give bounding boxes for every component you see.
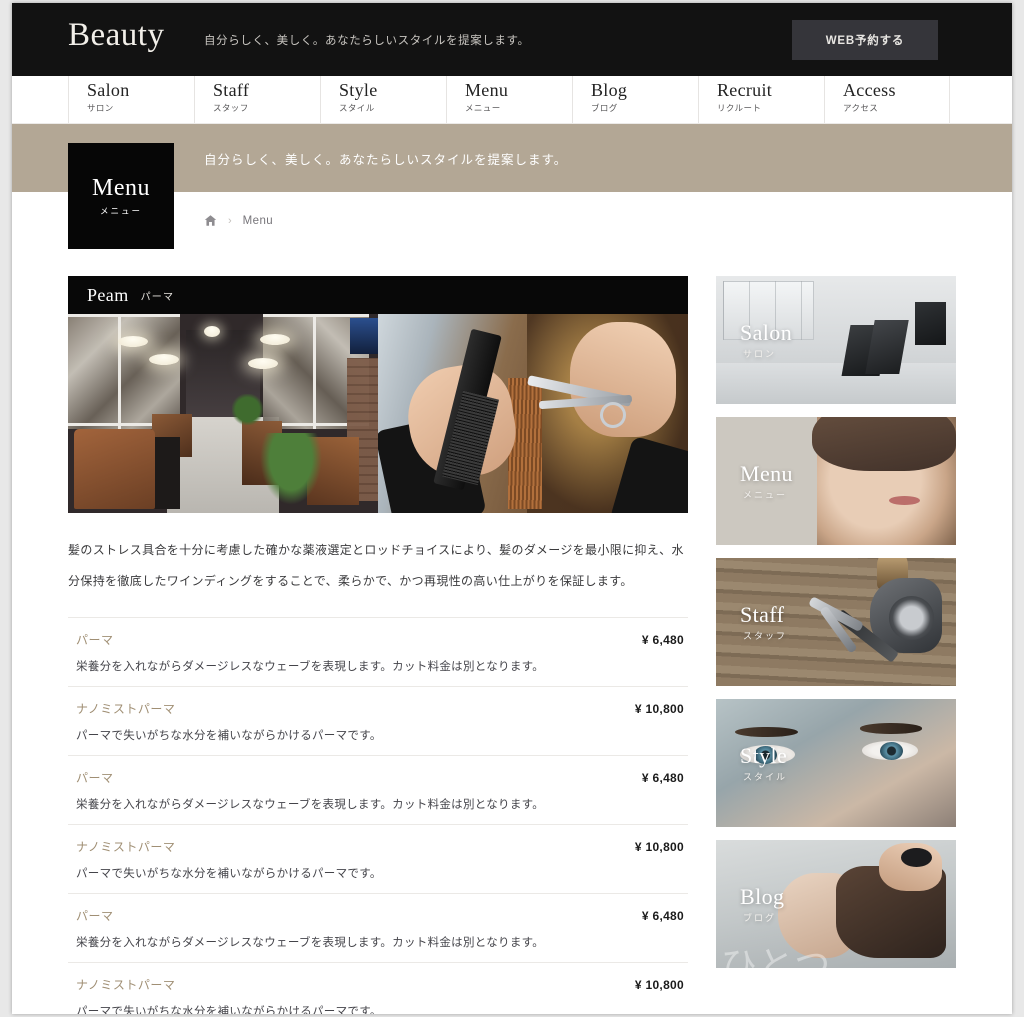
menu-item-row: パーマ ¥ 6,480 栄養分を入れながらダメージレスなウェーブを表現します。カ… bbox=[68, 893, 688, 962]
menu-item-price: ¥ 10,800 bbox=[634, 702, 684, 716]
nav-label-jp: メニュー bbox=[465, 103, 501, 113]
menu-item-description: 栄養分を入れながらダメージレスなウェーブを表現します。カット料金は別となります。 bbox=[76, 661, 545, 673]
menu-item-row: パーマ ¥ 6,480 栄養分を入れながらダメージレスなウェーブを表現します。カ… bbox=[68, 617, 688, 686]
menu-item-name: パーマ bbox=[76, 909, 114, 923]
menu-item-price: ¥ 10,800 bbox=[634, 978, 684, 992]
menu-item-price: ¥ 6,480 bbox=[641, 909, 684, 923]
sidebar-card-en: Style bbox=[740, 743, 788, 768]
sidebar-card-en: Staff bbox=[740, 602, 785, 627]
menu-item-description: 栄養分を入れながらダメージレスなウェーブを表現します。カット料金は別となります。 bbox=[76, 799, 545, 811]
menu-item-name: ナノミストパーマ bbox=[76, 702, 176, 716]
page-title-en: Menu bbox=[92, 175, 150, 201]
nav-label-en: Staff bbox=[213, 80, 250, 100]
nav-label-jp: ブログ bbox=[591, 103, 618, 113]
menu-item-description: 栄養分を入れながらダメージレスなウェーブを表現します。カット料金は別となります。 bbox=[76, 937, 545, 949]
sidebar-card-salon[interactable]: Salon サロン bbox=[716, 276, 956, 404]
nav-label-en: Blog bbox=[591, 80, 628, 100]
content-area: Peam パーマ 髪のストレス具合を十分に考慮した確かな薬液選定とロッドチョイス… bbox=[12, 256, 1012, 1014]
sidebar-card-label: Menu メニュー bbox=[740, 461, 793, 501]
menu-item-row: ナノミストパーマ ¥ 10,800 パーマで失いがちな水分を補いながらかけるパー… bbox=[68, 824, 688, 893]
breadcrumb-separator: › bbox=[228, 214, 232, 227]
nav-label-en: Menu bbox=[465, 80, 509, 100]
menu-item-description: パーマで失いがちな水分を補いながらかけるパーマです。 bbox=[76, 868, 382, 880]
section-header: Peam パーマ bbox=[68, 276, 688, 314]
menu-item-description: パーマで失いがちな水分を補いながらかけるパーマです。 bbox=[76, 730, 382, 742]
page-title-jp: メニュー bbox=[99, 206, 142, 216]
section-hero-image bbox=[68, 314, 688, 513]
sidebar-card-jp: ブログ bbox=[743, 913, 777, 923]
sidebar-card-label: Style スタイル bbox=[740, 743, 787, 783]
nav-label-en: Style bbox=[339, 80, 378, 100]
sidebar-card-staff[interactable]: Staff スタッフ bbox=[716, 558, 956, 686]
sidebar-card-label: Blog ブログ bbox=[740, 884, 784, 924]
nav-item-salon[interactable]: Salon サロン bbox=[68, 76, 194, 123]
nav-item-menu[interactable]: Menu メニュー bbox=[446, 76, 572, 123]
haircut-photo bbox=[378, 314, 688, 513]
page-title: Menu メニュー bbox=[68, 143, 174, 249]
sidebar: Salon サロン Menu メニュー Staff スタッフ Style スタイ… bbox=[716, 276, 956, 1014]
menu-item-name: ナノミストパーマ bbox=[76, 840, 176, 854]
nav-label-jp: リクルート bbox=[717, 103, 762, 113]
nav-item-staff[interactable]: Staff スタッフ bbox=[194, 76, 320, 123]
menu-item-name: パーマ bbox=[76, 771, 114, 785]
section-title-jp: パーマ bbox=[140, 291, 175, 303]
menu-item-price: ¥ 6,480 bbox=[641, 633, 684, 647]
sidebar-card-en: Menu bbox=[740, 461, 793, 486]
section-description: 髪のストレス具合を十分に考慮した確かな薬液選定とロッドチョイスにより、髪のダメー… bbox=[68, 543, 684, 588]
nav-label-jp: スタッフ bbox=[213, 103, 249, 113]
breadcrumb: › Menu bbox=[204, 214, 273, 227]
sidebar-card-menu[interactable]: Menu メニュー bbox=[716, 417, 956, 545]
sidebar-card-jp: サロン bbox=[743, 349, 777, 359]
page-title-zone: Menu メニュー › Menu bbox=[12, 143, 1012, 256]
menu-item-row: パーマ ¥ 6,480 栄養分を入れながらダメージレスなウェーブを表現します。カ… bbox=[68, 755, 688, 824]
home-icon[interactable] bbox=[204, 214, 217, 227]
header-tagline: 自分らしく、美しく。あなたらしいスタイルを提案します。 bbox=[204, 35, 530, 47]
menu-item-description: パーマで失いがちな水分を補いながらかけるパーマです。 bbox=[76, 1006, 382, 1014]
sidebar-card-style[interactable]: Style スタイル bbox=[716, 699, 956, 827]
main-navigation: Salon サロン Staff スタッフ Style スタイル Menu メニュ… bbox=[12, 76, 1012, 124]
nav-item-blog[interactable]: Blog ブログ bbox=[572, 76, 698, 123]
sidebar-card-en: Salon bbox=[740, 320, 793, 345]
menu-item-name: パーマ bbox=[76, 633, 114, 647]
page-container: Beauty 自分らしく、美しく。あなたらしいスタイルを提案します。 WEB予約… bbox=[12, 3, 1012, 1014]
nav-label-jp: アクセス bbox=[843, 103, 879, 113]
menu-item-price: ¥ 6,480 bbox=[641, 771, 684, 785]
nav-label-jp: サロン bbox=[87, 103, 114, 113]
section-title-en: Peam bbox=[87, 284, 129, 305]
sidebar-card-label: Salon サロン bbox=[740, 320, 792, 360]
web-reservation-button[interactable]: WEB予約する bbox=[792, 20, 938, 60]
breadcrumb-current: Menu bbox=[242, 214, 274, 227]
nav-item-access[interactable]: Access アクセス bbox=[824, 76, 950, 123]
sidebar-card-jp: スタッフ bbox=[743, 631, 788, 641]
sidebar-card-blog[interactable]: ひとつ Blog ブログ bbox=[716, 840, 956, 968]
nav-label-jp: スタイル bbox=[339, 103, 375, 113]
blog-watermark-text: ひとつ bbox=[720, 944, 833, 968]
banner-tagline: 自分らしく、美しく。あなたらしいスタイルを提案します。 bbox=[204, 153, 568, 167]
nav-label-en: Salon bbox=[87, 80, 130, 100]
nav-item-recruit[interactable]: Recruit リクルート bbox=[698, 76, 824, 123]
menu-item-list: パーマ ¥ 6,480 栄養分を入れながらダメージレスなウェーブを表現します。カ… bbox=[68, 617, 688, 1014]
sidebar-card-label: Staff スタッフ bbox=[740, 602, 787, 642]
menu-item-price: ¥ 10,800 bbox=[634, 840, 684, 854]
menu-item-row: ナノミストパーマ ¥ 10,800 パーマで失いがちな水分を補いながらかけるパー… bbox=[68, 962, 688, 1014]
site-logo[interactable]: Beauty bbox=[68, 17, 164, 54]
nav-label-en: Access bbox=[843, 80, 896, 100]
menu-item-name: ナノミストパーマ bbox=[76, 978, 176, 992]
main-column: Peam パーマ 髪のストレス具合を十分に考慮した確かな薬液選定とロッドチョイス… bbox=[68, 276, 688, 1014]
site-header: Beauty 自分らしく、美しく。あなたらしいスタイルを提案します。 WEB予約… bbox=[12, 3, 1012, 76]
salon-interior-photo bbox=[68, 314, 378, 513]
sidebar-card-jp: メニュー bbox=[743, 490, 788, 500]
menu-item-row: ナノミストパーマ ¥ 10,800 パーマで失いがちな水分を補いながらかけるパー… bbox=[68, 686, 688, 755]
nav-item-style[interactable]: Style スタイル bbox=[320, 76, 446, 123]
sidebar-card-jp: スタイル bbox=[743, 772, 788, 782]
nav-label-en: Recruit bbox=[717, 80, 773, 100]
sidebar-card-en: Blog bbox=[740, 884, 785, 909]
